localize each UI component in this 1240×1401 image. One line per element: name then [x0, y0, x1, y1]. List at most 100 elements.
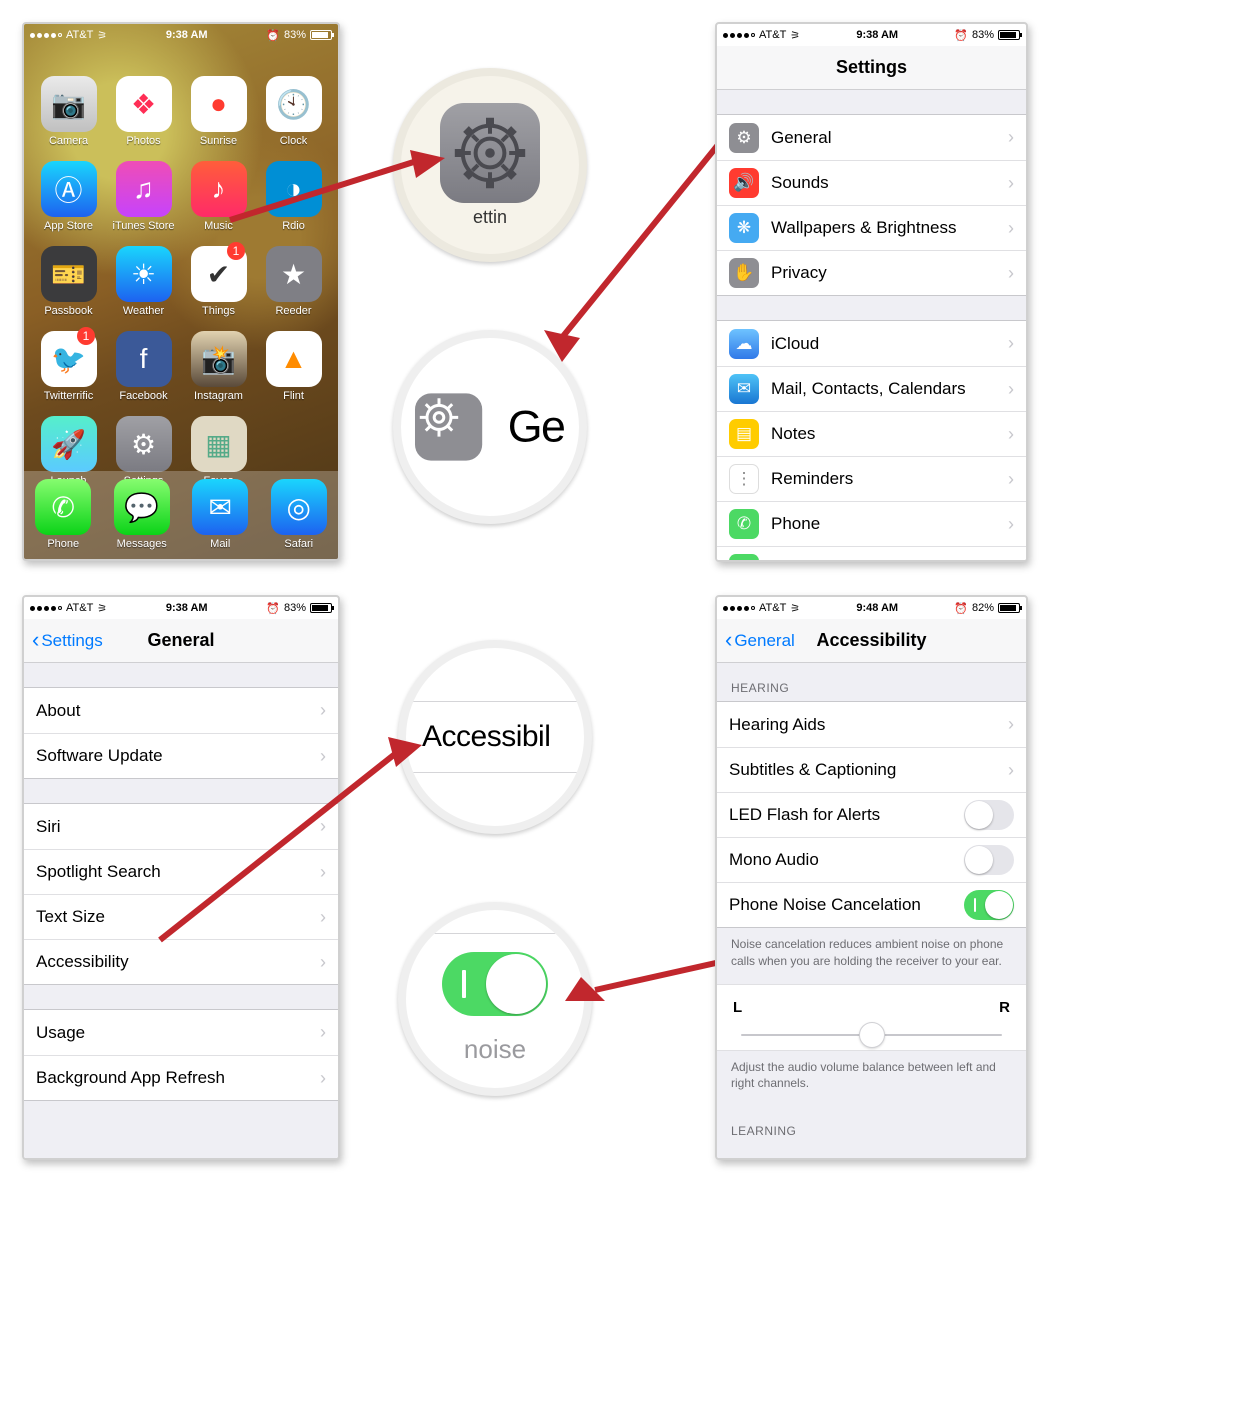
- accessibility-row-hearing-aids[interactable]: Hearing Aids›: [717, 702, 1026, 747]
- wifi-icon: ⚞: [97, 29, 107, 42]
- row-icon: ▤: [729, 419, 759, 449]
- app-messages[interactable]: 💬Messages: [114, 479, 170, 550]
- row-icon: ✋: [729, 258, 759, 288]
- app-label: Passbook: [44, 305, 92, 317]
- chevron-right-icon: ›: [1008, 559, 1014, 561]
- page-title: General: [147, 630, 214, 651]
- chevron-right-icon: ›: [1008, 514, 1014, 535]
- row-label: Wallpapers & Brightness: [771, 218, 996, 238]
- toggle-switch-on[interactable]: [442, 952, 548, 1016]
- page-title: Settings: [836, 57, 907, 78]
- app-app-store[interactable]: ⒶApp Store: [34, 161, 103, 232]
- app-tile: Ⓐ: [41, 161, 97, 217]
- status-time: 9:38 AM: [166, 29, 208, 41]
- row-label: Sounds: [771, 173, 996, 193]
- general-row-usage[interactable]: Usage›: [24, 1010, 338, 1055]
- accessibility-row-mono-audio[interactable]: Mono Audio: [717, 837, 1026, 882]
- app-tile: ♫: [116, 161, 172, 217]
- app-things[interactable]: ✔1Things: [184, 246, 253, 317]
- settings-row-messages[interactable]: ● Messages ›: [717, 546, 1026, 560]
- battery-icon: [310, 603, 332, 613]
- app-sunrise[interactable]: ●Sunrise: [184, 76, 253, 147]
- app-label: Instagram: [194, 390, 243, 402]
- general-row-about[interactable]: About›: [24, 688, 338, 733]
- page-title: Accessibility: [816, 630, 926, 651]
- slider-thumb[interactable]: [859, 1022, 885, 1048]
- app-label: Mail: [210, 538, 230, 550]
- app-instagram[interactable]: 📸Instagram: [184, 331, 253, 402]
- status-time: 9:38 AM: [166, 602, 208, 614]
- settings-row-notes[interactable]: ▤Notes›: [717, 411, 1026, 456]
- app-weather[interactable]: ☀ Weather: [109, 246, 178, 317]
- app-camera[interactable]: 📷Camera: [34, 76, 103, 147]
- settings-list[interactable]: ⚙General›🔊Sounds›❋Wallpapers & Brightnes…: [717, 90, 1026, 560]
- app-label: Facebook: [119, 390, 167, 402]
- toggle-switch[interactable]: [964, 890, 1014, 920]
- back-button[interactable]: ‹General: [725, 631, 795, 651]
- row-label: Mail, Contacts, Calendars: [771, 379, 996, 399]
- app-label: iTunes Store: [113, 220, 175, 232]
- row-icon: ✉: [729, 374, 759, 404]
- app-twitterrific[interactable]: 🐦1Twitterrific: [34, 331, 103, 402]
- section-header: HEARING: [717, 663, 1026, 701]
- signal-dots-icon: [30, 33, 62, 38]
- general-row-background-app-refresh[interactable]: Background App Refresh›: [24, 1055, 338, 1100]
- row-label: Messages: [771, 559, 996, 560]
- magnifier-noise-label: noise: [464, 1034, 526, 1065]
- accessibility-row-subtitles-captioning[interactable]: Subtitles & Captioning›: [717, 747, 1026, 792]
- accessibility-list[interactable]: HEARING Hearing Aids›Subtitles & Caption…: [717, 663, 1026, 1158]
- app-facebook[interactable]: fFacebook: [109, 331, 178, 402]
- accessibility-row-led-flash-for-alerts[interactable]: LED Flash for Alerts: [717, 792, 1026, 837]
- app-label: Messages: [117, 538, 167, 550]
- magnifier-accessibility-row: Accessibil: [398, 640, 592, 834]
- dock: ✆Phone 💬Messages ✉Mail ◎Safari: [24, 471, 338, 559]
- toggle-switch[interactable]: [964, 845, 1014, 875]
- settings-row-sounds[interactable]: 🔊Sounds›: [717, 160, 1026, 205]
- app-clock[interactable]: 🕙Clock: [259, 76, 328, 147]
- back-button[interactable]: ‹Settings: [32, 631, 103, 651]
- row-label: Usage: [36, 1023, 308, 1043]
- app-photos[interactable]: ❖Photos: [109, 76, 178, 147]
- status-time: 9:38 AM: [856, 29, 898, 41]
- app-mail[interactable]: ✉Mail: [192, 479, 248, 550]
- settings-row-mail-contacts-calendars[interactable]: ✉Mail, Contacts, Calendars›: [717, 366, 1026, 411]
- general-row-accessibility[interactable]: Accessibility›: [24, 939, 338, 984]
- chevron-right-icon: ›: [1008, 218, 1014, 239]
- app-reeder[interactable]: ★Reeder: [259, 246, 328, 317]
- row-icon: ●: [729, 554, 759, 560]
- settings-row-privacy[interactable]: ✋Privacy›: [717, 250, 1026, 295]
- settings-row-reminders[interactable]: ⋮Reminders›: [717, 456, 1026, 501]
- notification-badge: 1: [77, 327, 95, 345]
- accessibility-row-phone-noise-cancelation[interactable]: Phone Noise Cancelation: [717, 882, 1026, 927]
- balance-slider[interactable]: [741, 1034, 1002, 1036]
- app-safari[interactable]: ◎Safari: [271, 479, 327, 550]
- carrier-label: AT&T: [759, 29, 786, 41]
- row-label: Mono Audio: [729, 850, 952, 870]
- app-itunes-store[interactable]: ♫ iTunes Store: [109, 161, 178, 232]
- row-label: LED Flash for Alerts: [729, 805, 952, 825]
- row-label: Notes: [771, 424, 996, 444]
- arrow-icon: [160, 735, 420, 945]
- app-label: Weather: [123, 305, 164, 317]
- magnifier-settings-label: ettin: [473, 207, 507, 228]
- chevron-right-icon: ›: [1008, 760, 1014, 781]
- app-tile: ❖: [116, 76, 172, 132]
- settings-row-phone[interactable]: ✆Phone›: [717, 501, 1026, 546]
- settings-row-icloud[interactable]: ☁iCloud›: [717, 321, 1026, 366]
- app-flint[interactable]: ▲Flint: [259, 331, 328, 402]
- battery-pct: 83%: [972, 29, 994, 41]
- toggle-switch[interactable]: [964, 800, 1014, 830]
- app-phone[interactable]: ✆Phone: [35, 479, 91, 550]
- app-passbook[interactable]: 🎫 Passbook: [34, 246, 103, 317]
- app-tile: 🎫: [41, 246, 97, 302]
- wifi-icon: ⚞: [790, 29, 800, 42]
- settings-row-wallpapers-brightness[interactable]: ❋Wallpapers & Brightness›: [717, 205, 1026, 250]
- app-tile: ☀: [116, 246, 172, 302]
- footer-note: Noise cancelation reduces ambient noise …: [717, 928, 1026, 984]
- app-label: Clock: [280, 135, 308, 147]
- row-icon: ⋮: [729, 464, 759, 494]
- slider-note: Adjust the audio volume balance between …: [717, 1051, 1026, 1107]
- magnifier-general-label: Ge: [508, 401, 565, 452]
- settings-row-general[interactable]: ⚙General›: [717, 115, 1026, 160]
- signal-dots-icon: [723, 33, 755, 38]
